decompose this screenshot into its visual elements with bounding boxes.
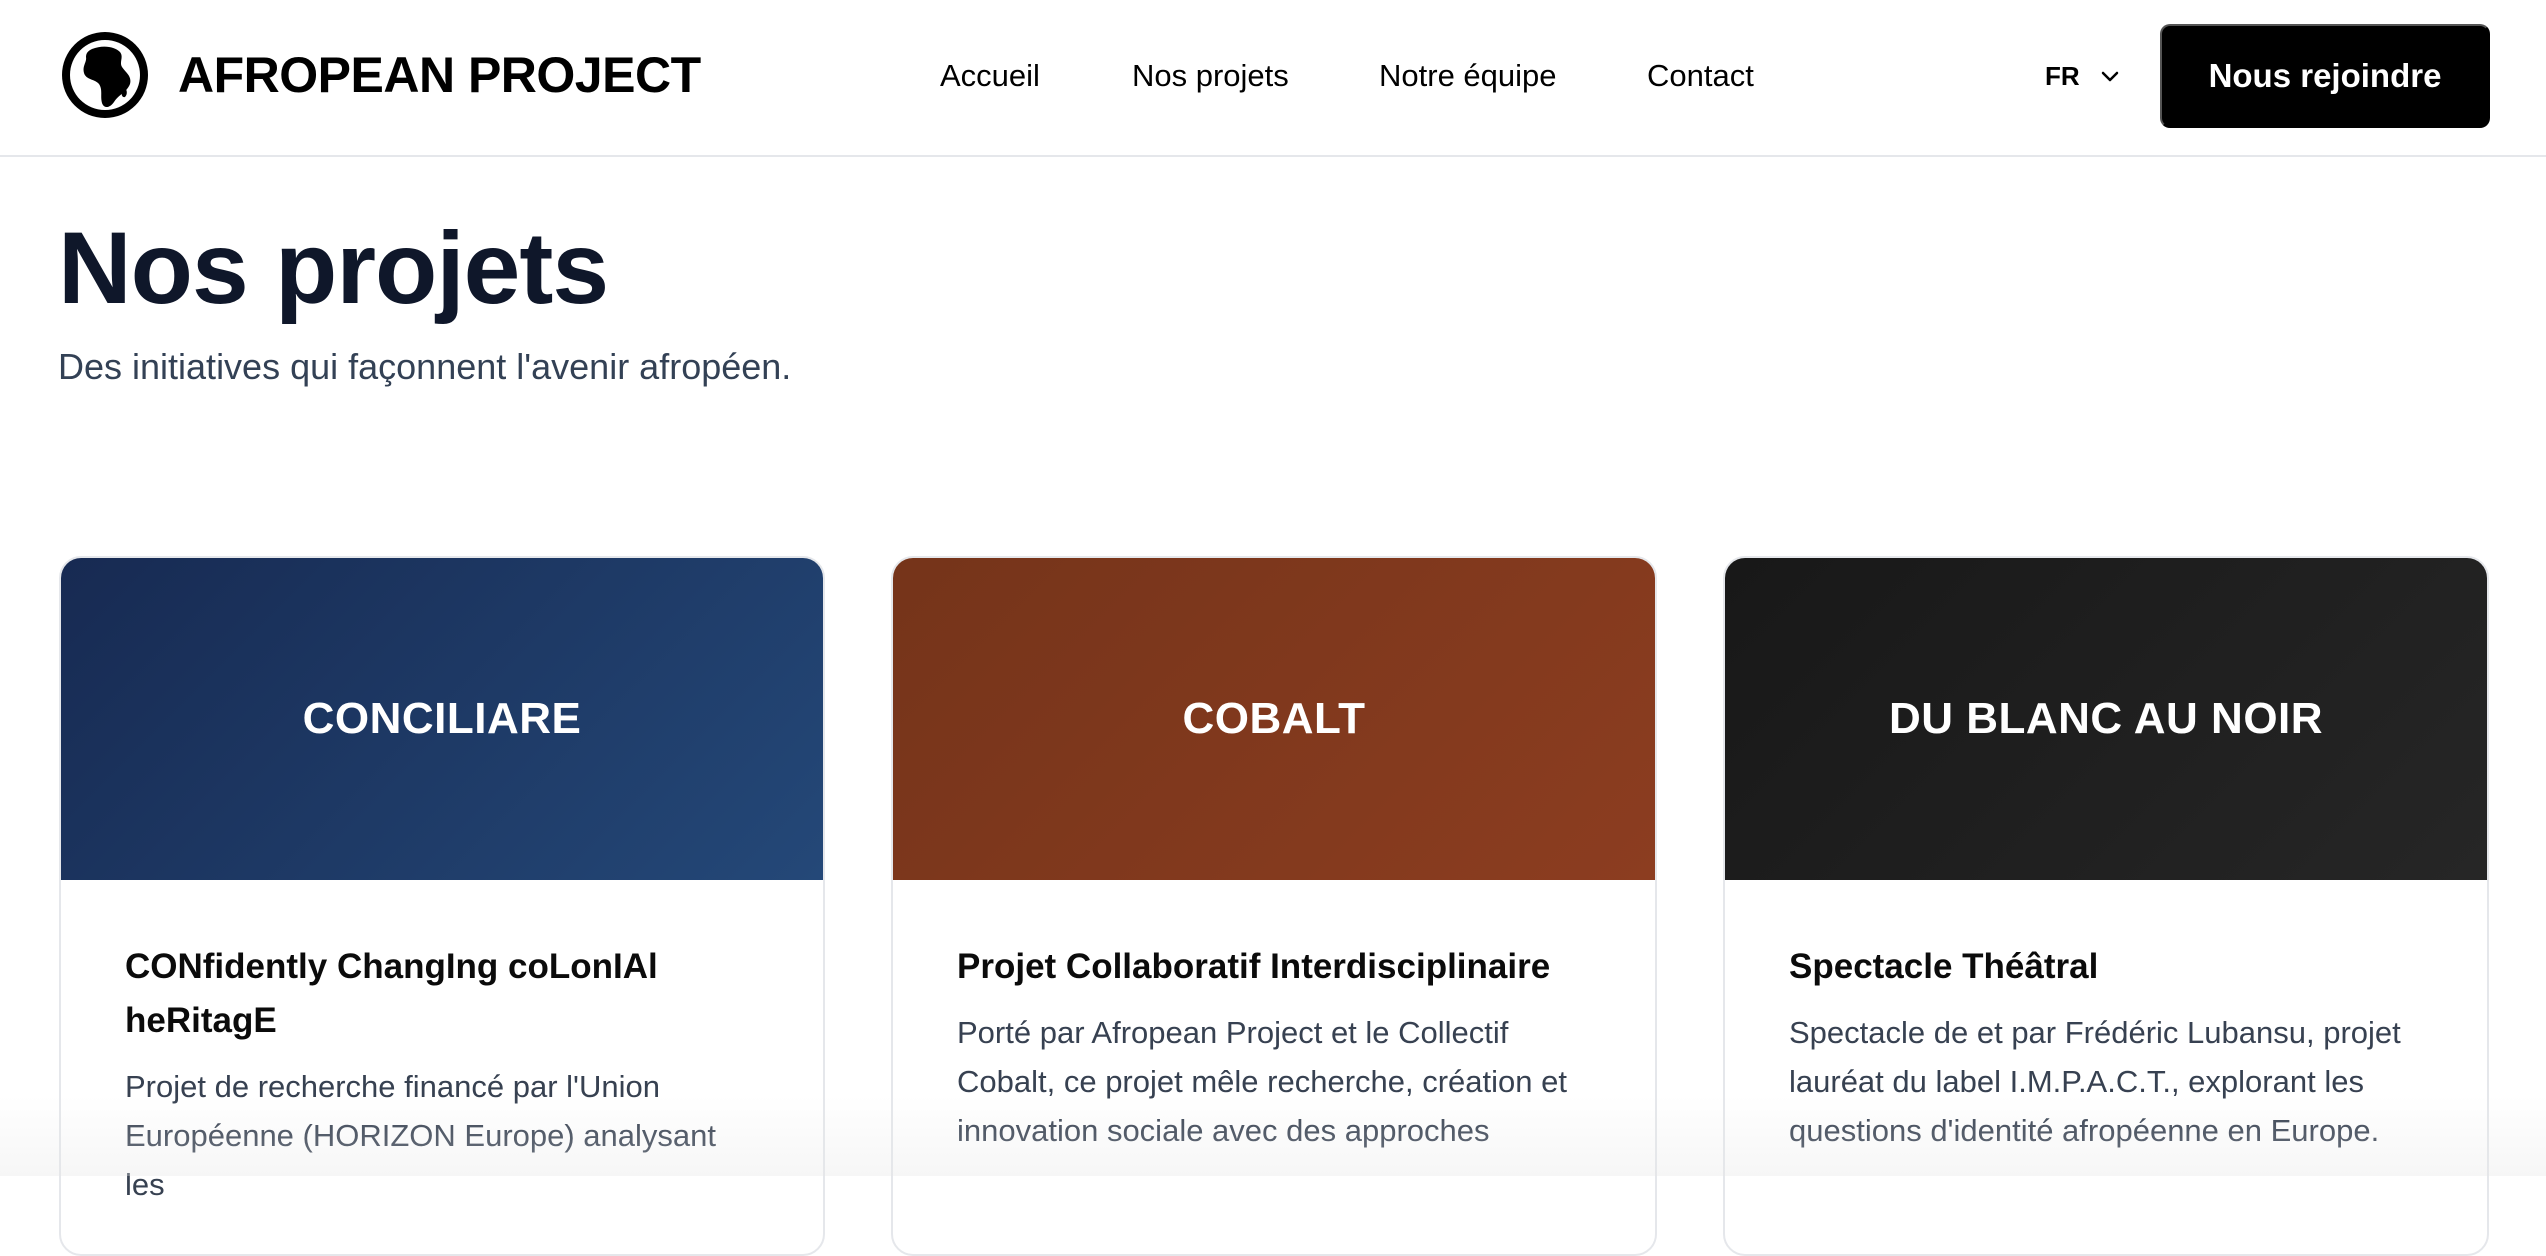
project-banner-title: COBALT xyxy=(1182,694,1366,743)
nav-accueil[interactable]: Accueil xyxy=(940,54,1040,98)
globe-africa-icon xyxy=(62,32,148,118)
project-banner-title: CONCILIARE xyxy=(302,694,582,743)
project-subtitle: Projet Collaboratif Interdisciplinaire xyxy=(957,947,1551,986)
nav-notre-equipe[interactable]: Notre équipe xyxy=(1379,54,1557,98)
project-card-body: Spectacle Théâtral Spectacle de et par F… xyxy=(1725,880,2487,1155)
project-card-body: CONfidently ChangIng coLonIAl heRitagE P… xyxy=(61,880,823,1209)
site-header: AFROPEAN PROJECT Accueil Nos projets Not… xyxy=(0,0,2546,157)
project-card-cobalt[interactable]: COBALT Projet Collaboratif Interdiscipli… xyxy=(891,556,1657,1256)
page-subtitle: Des initiatives qui façonnent l'avenir a… xyxy=(58,346,792,387)
nav-nos-projets[interactable]: Nos projets xyxy=(1132,54,1289,98)
page-title: Nos projets xyxy=(58,211,609,325)
project-description: Projet de recherche financé par l'Union … xyxy=(125,1069,717,1202)
language-selector[interactable]: FR xyxy=(2045,54,2122,98)
language-label: FR xyxy=(2045,60,2080,91)
nav-contact[interactable]: Contact xyxy=(1647,54,1754,98)
project-description: Spectacle de et par Frédéric Lubansu, pr… xyxy=(1789,1015,2401,1148)
project-subtitle: Spectacle Théâtral xyxy=(1789,947,2099,986)
project-card-body: Projet Collaboratif Interdisciplinaire P… xyxy=(893,880,1655,1155)
project-banner: COBALT xyxy=(893,558,1655,880)
project-banner-title: DU BLANC AU NOIR xyxy=(1888,694,2324,743)
project-card-du-blanc-au-noir[interactable]: DU BLANC AU NOIR Spectacle Théâtral Spec… xyxy=(1723,556,2489,1256)
project-subtitle: CONfidently ChangIng coLonIAl heRitagE xyxy=(125,947,658,1040)
project-description: Porté par Afropean Project et le Collect… xyxy=(957,1015,1567,1148)
project-banner: DU BLANC AU NOIR xyxy=(1725,558,2487,880)
logo-text: AFROPEAN PROJECT xyxy=(178,47,701,103)
project-banner: CONCILIARE xyxy=(61,558,823,880)
chevron-down-icon xyxy=(2101,71,2118,82)
join-button[interactable]: Nous rejoindre xyxy=(2160,24,2490,128)
logo-link[interactable]: AFROPEAN PROJECT xyxy=(62,32,701,118)
project-card-conciliare[interactable]: CONCILIARE CONfidently ChangIng coLonIAl… xyxy=(59,556,825,1256)
